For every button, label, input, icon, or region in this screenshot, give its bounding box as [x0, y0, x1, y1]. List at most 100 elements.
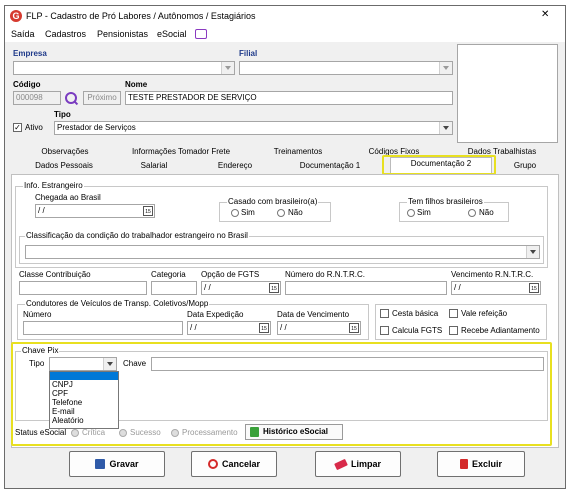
casado-nao-radio[interactable]: [277, 209, 285, 217]
calendar-icon[interactable]: 15: [349, 323, 359, 333]
rntrc-input[interactable]: [285, 281, 447, 295]
vencimento-rntrc-input[interactable]: / / 15: [451, 281, 541, 295]
tipo-label: Tipo: [54, 110, 71, 119]
opcao-fgts-input[interactable]: / / 15: [201, 281, 281, 295]
classe-label: Classe Contribuição: [19, 270, 91, 279]
empresa-select[interactable]: [13, 61, 235, 75]
classificacao-select[interactable]: [25, 245, 540, 259]
numero-input[interactable]: [23, 321, 183, 335]
data-expedicao-input[interactable]: / / 15: [187, 321, 271, 335]
recebe-adiantamento-checkbox[interactable]: [449, 326, 458, 335]
tab-documentacao-1[interactable]: Documentação 1: [293, 160, 367, 173]
estrangeiro-title: Info. Estrangeiro: [23, 181, 84, 191]
calendar-icon[interactable]: 15: [269, 283, 279, 293]
vencimento-rntrc-value: / /: [454, 283, 461, 292]
filial-label: Filial: [239, 49, 258, 58]
rntrc-label: Número do R.N.T.R.C.: [285, 270, 366, 279]
classificacao-title: Classificação da condição do trabalhador…: [25, 231, 249, 241]
data-expedicao-value: / /: [190, 323, 197, 332]
categoria-input[interactable]: [151, 281, 197, 295]
close-icon[interactable]: ✕: [541, 10, 549, 20]
proximo-button[interactable]: Próximo: [83, 91, 121, 105]
casado-nao-label: Não: [288, 208, 303, 217]
calendar-icon[interactable]: 15: [143, 206, 153, 216]
opcao-fgts-value: / /: [204, 283, 211, 292]
save-icon: [95, 459, 106, 469]
main-window: G FLP - Cadastro de Pró Labores / Autôno…: [4, 5, 566, 489]
tipo-select[interactable]: Prestador de Serviços: [54, 121, 453, 135]
menu-item-saida[interactable]: Saída: [11, 29, 35, 39]
tab-highlight: [382, 155, 496, 175]
search-icon-handle: [73, 100, 79, 106]
tab-salarial[interactable]: Salarial: [129, 160, 179, 173]
ativo-checkbox[interactable]: ✓: [13, 123, 22, 132]
chegada-value: / /: [38, 206, 45, 215]
nome-input[interactable]: TESTE PRESTADOR DE SERVIÇO: [125, 91, 453, 105]
codigo-label: Código: [13, 80, 41, 89]
calendar-icon[interactable]: 15: [529, 283, 539, 293]
empresa-label: Empresa: [13, 49, 47, 58]
menu-item-cadastros[interactable]: Cadastros: [45, 29, 86, 39]
casado-sim-label: Sim: [241, 208, 255, 217]
tab-observacoes[interactable]: Observações: [30, 146, 100, 159]
categoria-label: Categoria: [151, 270, 186, 279]
vencimento-rntrc-label: Vencimento R.N.T.R.C.: [451, 270, 534, 279]
tab-informacoes-tomador-frete[interactable]: Informações Tomador Frete: [121, 146, 241, 159]
limpar-label: Limpar: [350, 459, 381, 469]
chevron-down-icon[interactable]: [526, 246, 539, 258]
filhos-nao-label: Não: [479, 208, 494, 217]
gravar-button[interactable]: Gravar: [69, 451, 165, 477]
tab-grupo[interactable]: Grupo: [505, 160, 545, 173]
ativo-label: Ativo: [25, 123, 43, 132]
numero-label: Número: [23, 310, 52, 319]
app-logo-icon: G: [10, 10, 22, 22]
pix-highlight: [11, 342, 552, 446]
nome-label: Nome: [125, 80, 148, 89]
cancelar-label: Cancelar: [221, 459, 261, 469]
gravar-label: Gravar: [109, 459, 139, 469]
calendar-icon[interactable]: 15: [259, 323, 269, 333]
menu-bar: Saída Cadastros Pensionistas eSocial: [5, 26, 565, 42]
chevron-down-icon[interactable]: [439, 122, 452, 134]
tab-dados-pessoais[interactable]: Dados Pessoais: [28, 160, 100, 173]
casado-title: Casado com brasileiro(a): [227, 197, 319, 207]
chegada-input[interactable]: / / 15: [35, 204, 155, 218]
classe-input[interactable]: [19, 281, 147, 295]
chat-icon[interactable]: [195, 29, 207, 39]
cancelar-button[interactable]: Cancelar: [191, 451, 277, 477]
filhos-sim-radio[interactable]: [407, 209, 415, 217]
data-vencimento-value: / /: [280, 323, 287, 332]
excluir-button[interactable]: Excluir: [437, 451, 525, 477]
eraser-icon: [334, 458, 348, 470]
filial-select[interactable]: [239, 61, 453, 75]
chevron-down-icon[interactable]: [439, 62, 452, 74]
recebe-adiantamento-label: Recebe Adiantamento: [461, 326, 540, 335]
calcula-fgts-label: Calcula FGTS: [392, 326, 443, 335]
opcao-fgts-label: Opção de FGTS: [201, 270, 260, 279]
data-expedicao-label: Data Expedição: [187, 310, 244, 319]
data-vencimento-label: Data de Vencimento: [277, 310, 350, 319]
calcula-fgts-checkbox[interactable]: [380, 326, 389, 335]
cesta-basica-label: Cesta básica: [392, 309, 439, 318]
filhos-nao-radio[interactable]: [468, 209, 476, 217]
tab-endereco[interactable]: Endereço: [205, 160, 265, 173]
tab-treinamentos[interactable]: Treinamentos: [263, 146, 333, 159]
vale-refeicao-checkbox[interactable]: [449, 309, 458, 318]
data-vencimento-input[interactable]: / / 15: [277, 321, 361, 335]
menu-item-pensionistas[interactable]: Pensionistas: [97, 29, 148, 39]
codigo-input[interactable]: 000098: [13, 91, 61, 105]
tipo-value: Prestador de Serviços: [57, 123, 136, 132]
photo-box: [457, 44, 558, 143]
filhos-title: Tem filhos brasileiros: [407, 197, 484, 207]
chegada-label: Chegada ao Brasil: [35, 193, 101, 202]
limpar-button[interactable]: Limpar: [315, 451, 401, 477]
menu-item-esocial[interactable]: eSocial: [157, 29, 187, 39]
chevron-down-icon[interactable]: [221, 62, 234, 74]
excluir-label: Excluir: [471, 459, 502, 469]
title-bar: G FLP - Cadastro de Pró Labores / Autôno…: [5, 6, 565, 26]
condutores-title: Condutores de Veículos de Transp. Coleti…: [25, 299, 210, 309]
trash-icon: [459, 459, 468, 469]
cesta-basica-checkbox[interactable]: [380, 309, 389, 318]
vale-refeicao-label: Vale refeição: [461, 309, 508, 318]
casado-sim-radio[interactable]: [231, 209, 239, 217]
